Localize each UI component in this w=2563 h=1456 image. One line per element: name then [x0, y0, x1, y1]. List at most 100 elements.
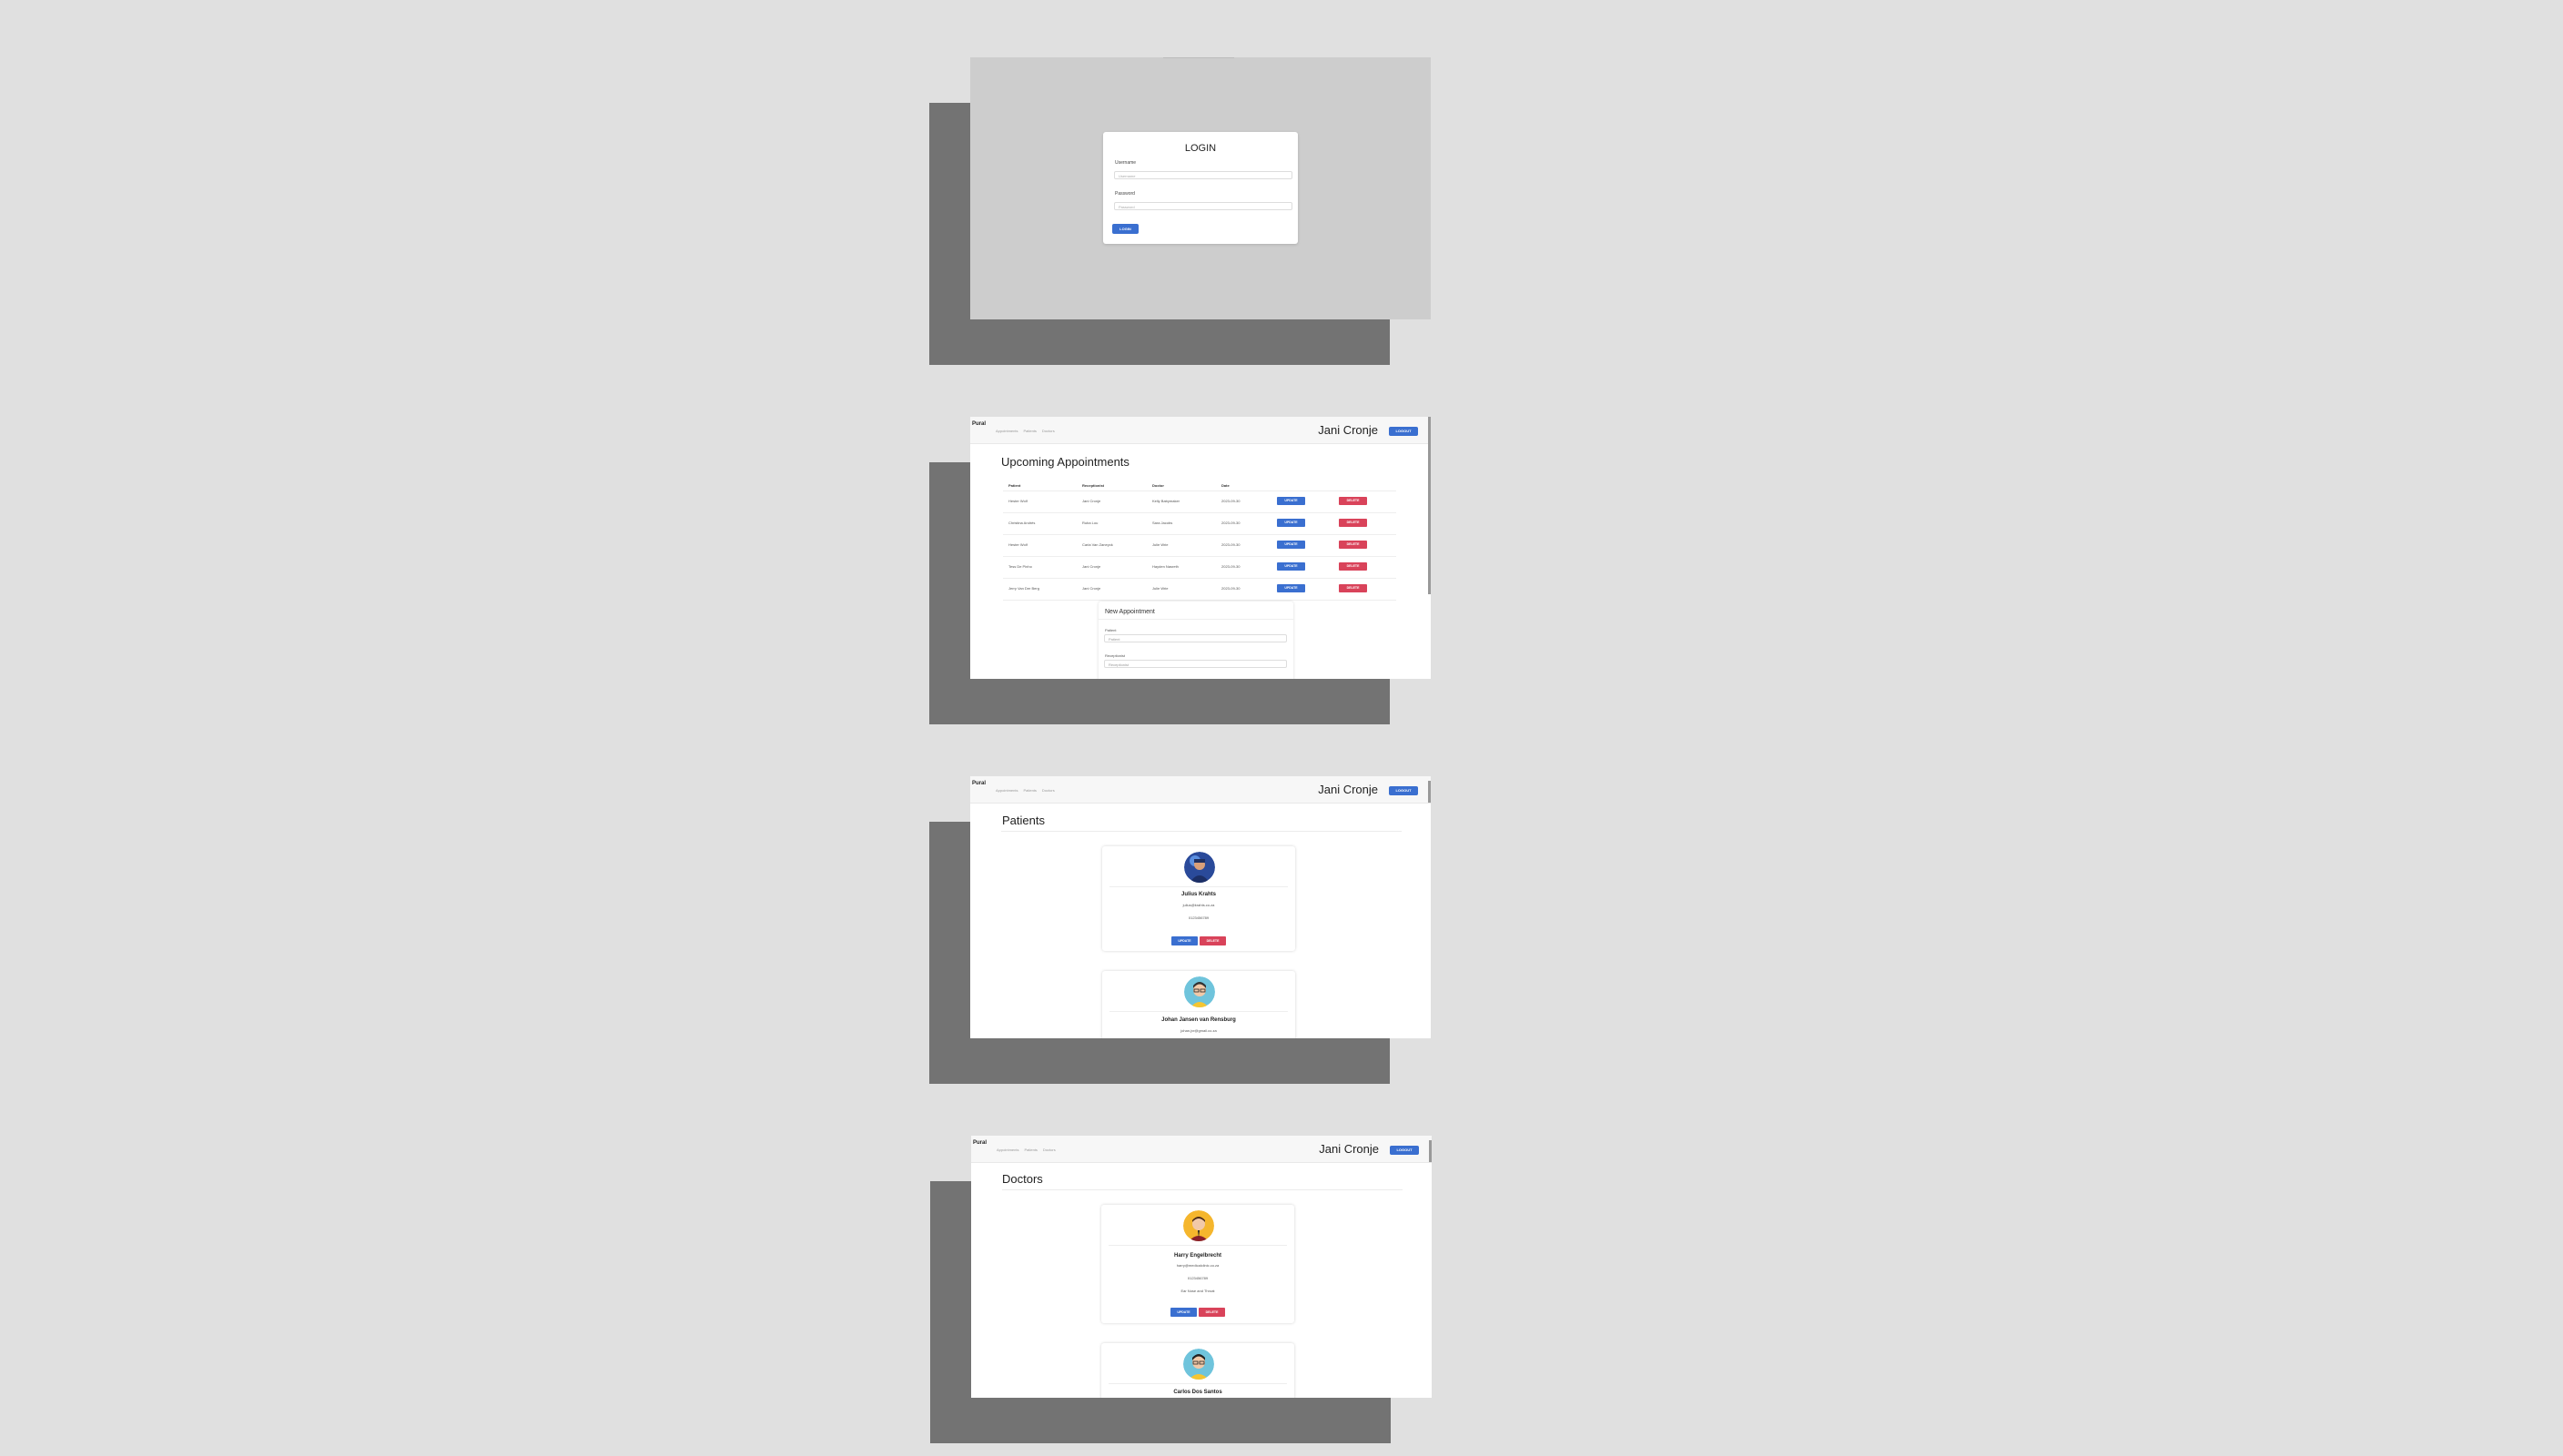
table-row: Christina Andrés Ruba Lou Sara Jacobs 20…	[1003, 513, 1396, 535]
doctor-specialty: Ear Nose and Throat	[1180, 1289, 1215, 1293]
patient-actions: UPDATE DELETE	[1102, 930, 1295, 946]
login-button[interactable]: LOGIN	[1112, 224, 1139, 234]
cell-date: 2023-09-30	[1221, 542, 1241, 547]
logout-button[interactable]: LOGOUT	[1390, 1146, 1419, 1155]
cell-doctor: Sara Jacobs	[1152, 521, 1173, 525]
cell-doctor: Julie Wrie	[1152, 586, 1169, 591]
title-divider	[1001, 831, 1402, 832]
nav-links: Appointments Patients Doctors	[997, 1148, 1061, 1152]
patient-avatar	[1184, 852, 1215, 883]
divider	[1109, 1011, 1288, 1012]
cell-date: 2023-09-30	[1221, 499, 1241, 503]
delete-button[interactable]: DELETE	[1199, 1308, 1225, 1317]
table-row: Tess De Pinho Jani Cronje Hayden Nasreth…	[1003, 557, 1396, 579]
nav-link-patients[interactable]: Patients	[1024, 1148, 1037, 1152]
doctor-card: Carlos Dos Santos	[1101, 1343, 1294, 1398]
patient-email: julius@krahts.co.za	[1182, 903, 1215, 907]
patient-avatar	[1184, 976, 1215, 1007]
page-title: Upcoming Appointments	[1001, 455, 1130, 469]
cell-date: 2023-09-30	[1221, 586, 1241, 591]
nav-link-patients[interactable]: Patients	[1023, 788, 1036, 793]
brand-logo[interactable]: Pural	[973, 1140, 987, 1146]
nav-link-appointments[interactable]: Appointments	[996, 429, 1018, 433]
logout-button[interactable]: LOGOUT	[1389, 427, 1418, 436]
scrollbar[interactable]	[1428, 417, 1431, 594]
doctor-avatar	[1183, 1210, 1214, 1241]
navbar: Pural Appointments Patients Doctors Jani C…	[970, 776, 1431, 804]
doctor-card: Harry Engelbrecht harry@medicalclinic.co…	[1101, 1205, 1294, 1323]
doctor-phone: 0123456789	[1187, 1276, 1209, 1280]
divider	[1109, 1383, 1287, 1384]
password-input[interactable]: Password	[1114, 202, 1292, 210]
cell-patient: Jerry Van Der Berg	[1008, 586, 1039, 591]
patient-card: Johan Jansen van Rensburg johan.jvr@gmai…	[1102, 971, 1295, 1038]
page-title: Patients	[1002, 814, 1045, 827]
nav-link-doctors[interactable]: Doctors	[1042, 788, 1055, 793]
receptionist-label: Receptionist	[1105, 653, 1126, 658]
navbar: Pural Appointments Patients Doctors Jani C…	[970, 417, 1431, 444]
cell-receptionist: Jani Cronje	[1082, 586, 1101, 591]
update-button[interactable]: UPDATE	[1277, 541, 1305, 549]
patient-name: Julius Krahts	[1180, 892, 1216, 897]
update-button[interactable]: UPDATE	[1277, 584, 1305, 592]
delete-button[interactable]: DELETE	[1339, 541, 1367, 549]
update-button[interactable]: UPDATE	[1170, 1308, 1197, 1317]
login-screen: LOGIN Username Username Password Passwor…	[970, 57, 1431, 319]
patient-select[interactable]: Patient	[1104, 634, 1287, 642]
scrollbar[interactable]	[1429, 1140, 1432, 1162]
cell-doctor: Kelly Babymaker	[1152, 499, 1180, 503]
table-header: Patient Receptionist Doctor Date	[1003, 482, 1396, 491]
divider	[1109, 886, 1288, 887]
brand-logo[interactable]: Pural	[972, 781, 986, 786]
patient-name: Johan Jansen van Rensburg	[1161, 1017, 1236, 1023]
scrollbar[interactable]	[1428, 781, 1431, 803]
appointments-screen: Pural Appointments Patients Doctors Jani C…	[970, 417, 1431, 679]
nav-link-doctors[interactable]: Doctors	[1042, 429, 1055, 433]
cell-receptionist: Jani Cronje	[1082, 499, 1101, 503]
doctor-name: Carlos Dos Santos	[1173, 1390, 1222, 1395]
header-date: Date	[1221, 483, 1230, 488]
cell-patient: Christina Andrés	[1008, 521, 1036, 525]
cell-doctor: Julie Wrie	[1152, 542, 1169, 547]
update-button[interactable]: UPDATE	[1171, 936, 1198, 945]
login-title: LOGIN	[1184, 143, 1217, 154]
cell-doctor: Hayden Nasreth	[1152, 564, 1179, 569]
nav-link-appointments[interactable]: Appointments	[996, 788, 1018, 793]
header-receptionist: Receptionist	[1082, 483, 1105, 488]
delete-button[interactable]: DELETE	[1200, 936, 1226, 945]
table-row: Hester Wolf Jani Cronje Kelly Babymaker …	[1003, 491, 1396, 513]
nav-link-patients[interactable]: Patients	[1023, 429, 1036, 433]
username-input[interactable]: Username	[1114, 171, 1292, 179]
page-title: Doctors	[1002, 1172, 1043, 1186]
update-button[interactable]: UPDATE	[1277, 562, 1305, 571]
delete-button[interactable]: DELETE	[1339, 562, 1367, 571]
delete-button[interactable]: DELETE	[1339, 584, 1367, 592]
title-divider	[1002, 1189, 1403, 1190]
appointments-table: Patient Receptionist Doctor Date Hester …	[1003, 482, 1396, 601]
patient-label: Patient	[1105, 628, 1117, 632]
nav-link-appointments[interactable]: Appointments	[997, 1148, 1018, 1152]
user-name: Jani Cronje	[1319, 1142, 1379, 1156]
delete-button[interactable]: DELETE	[1339, 497, 1367, 505]
patient-phone: 0123456789	[1188, 915, 1210, 920]
frame-notch	[1163, 57, 1234, 58]
nav-link-doctors[interactable]: Doctors	[1043, 1148, 1056, 1152]
cell-receptionist: Ruba Lou	[1082, 521, 1099, 525]
update-button[interactable]: UPDATE	[1277, 497, 1305, 505]
login-card: LOGIN Username Username Password Passwor…	[1103, 132, 1298, 244]
delete-button[interactable]: DELETE	[1339, 519, 1367, 527]
update-button[interactable]: UPDATE	[1277, 519, 1305, 527]
header-patient: Patient	[1008, 483, 1021, 488]
divider	[1109, 1245, 1287, 1246]
patients-screen: Pural Appointments Patients Doctors Jani C…	[970, 776, 1431, 1038]
cell-receptionist: Carla Van Zaneyck	[1082, 542, 1113, 547]
username-label: Username	[1115, 160, 1137, 166]
brand-logo[interactable]: Pural	[972, 421, 986, 427]
doctor-email: harry@medicalclinic.co.za	[1176, 1263, 1220, 1268]
logout-button[interactable]: LOGOUT	[1389, 786, 1418, 795]
header-doctor: Doctor	[1152, 483, 1164, 488]
table-row: Hester Wolf Carla Van Zaneyck Julie Wrie…	[1003, 535, 1396, 557]
receptionist-select[interactable]: Receptionist	[1104, 660, 1287, 668]
doctors-screen: Pural Appointments Patients Doctors Jani C…	[971, 1136, 1432, 1398]
new-appointment-title: New Appointment	[1105, 609, 1155, 615]
